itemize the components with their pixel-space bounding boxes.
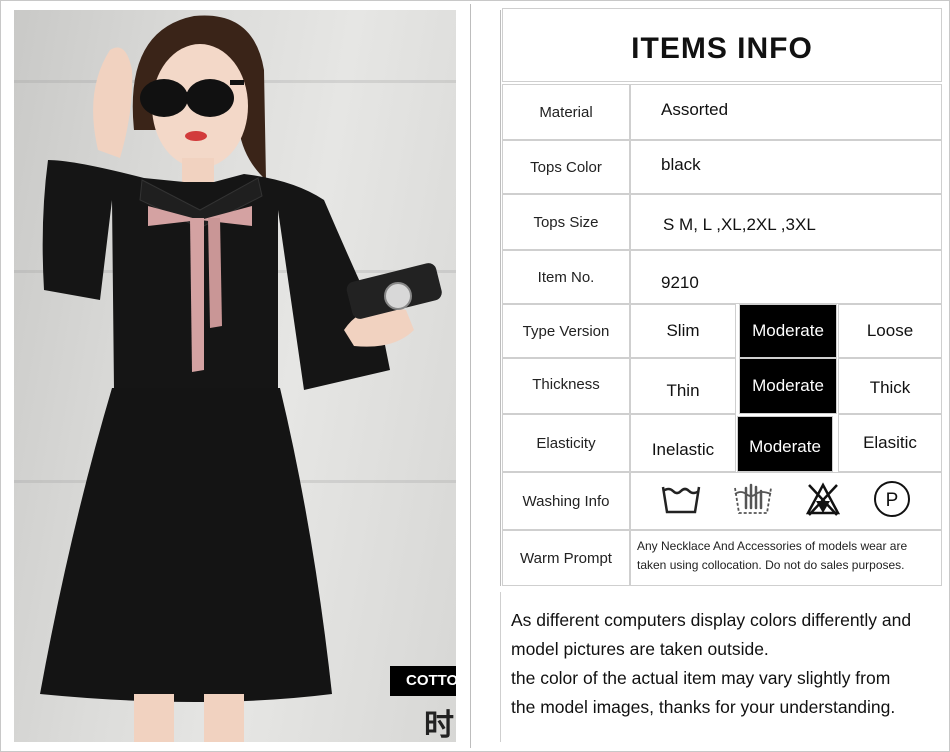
- color-disclaimer: As different computers display colors di…: [500, 592, 944, 742]
- elasticity-option-inelastic: Inelastic: [630, 414, 736, 472]
- thickness-option-thin: Thin: [630, 358, 736, 414]
- item-no-value: 9210: [630, 250, 942, 304]
- items-info-title: ITEMS INFO: [502, 8, 942, 82]
- material-value: Assorted: [630, 84, 942, 140]
- elasticity-option-moderate: Moderate: [737, 416, 833, 472]
- tops-color-label: Tops Color: [502, 140, 630, 194]
- disclaimer-line: the color of the actual item may vary sl…: [511, 668, 891, 688]
- tops-color-value: black: [630, 140, 942, 194]
- material-label: Material: [502, 84, 630, 140]
- elasticity-option-elasitic: Elasitic: [838, 414, 942, 472]
- dry-clean-p-icon: P: [872, 479, 912, 524]
- item-no-label: Item No.: [502, 250, 630, 304]
- thickness-option-thick: Thick: [838, 358, 942, 414]
- disclaimer-line: model pictures are taken outside.: [511, 639, 769, 659]
- chinese-glyph: 时: [424, 708, 454, 742]
- tops-size-value: S M, L ,XL,2XL ,3XL: [630, 194, 942, 250]
- product-photo: COTTON 时: [14, 10, 456, 742]
- washing-info-label: Washing Info: [502, 472, 630, 530]
- type-version-label: Type Version: [502, 304, 630, 358]
- tops-size-label: Tops Size: [502, 194, 630, 250]
- disclaimer-line: As different computers display colors di…: [511, 610, 912, 630]
- type-version-option-slim: Slim: [630, 304, 736, 358]
- type-version-option-moderate: Moderate: [739, 304, 837, 358]
- washing-icons: P: [630, 472, 942, 530]
- warm-prompt-text: Any Necklace And Accessories of models w…: [630, 530, 942, 586]
- thickness-option-moderate: Moderate: [739, 358, 837, 414]
- warm-prompt-label: Warm Prompt: [502, 530, 630, 586]
- cotton-tag: COTTON: [390, 666, 456, 696]
- disclaimer-line: the model images, thanks for your unders…: [511, 697, 896, 717]
- panel-divider: [500, 10, 501, 586]
- elasticity-label: Elasticity: [502, 414, 630, 472]
- thickness-label: Thickness: [502, 358, 630, 414]
- wash-tub-icon: [661, 483, 701, 520]
- svg-text:P: P: [885, 490, 898, 511]
- do-not-bleach-icon: [805, 481, 841, 522]
- hand-wash-icon: [732, 482, 774, 521]
- panel-divider: [470, 4, 471, 748]
- type-version-option-loose: Loose: [838, 304, 942, 358]
- model-illustration: [40, 15, 442, 742]
